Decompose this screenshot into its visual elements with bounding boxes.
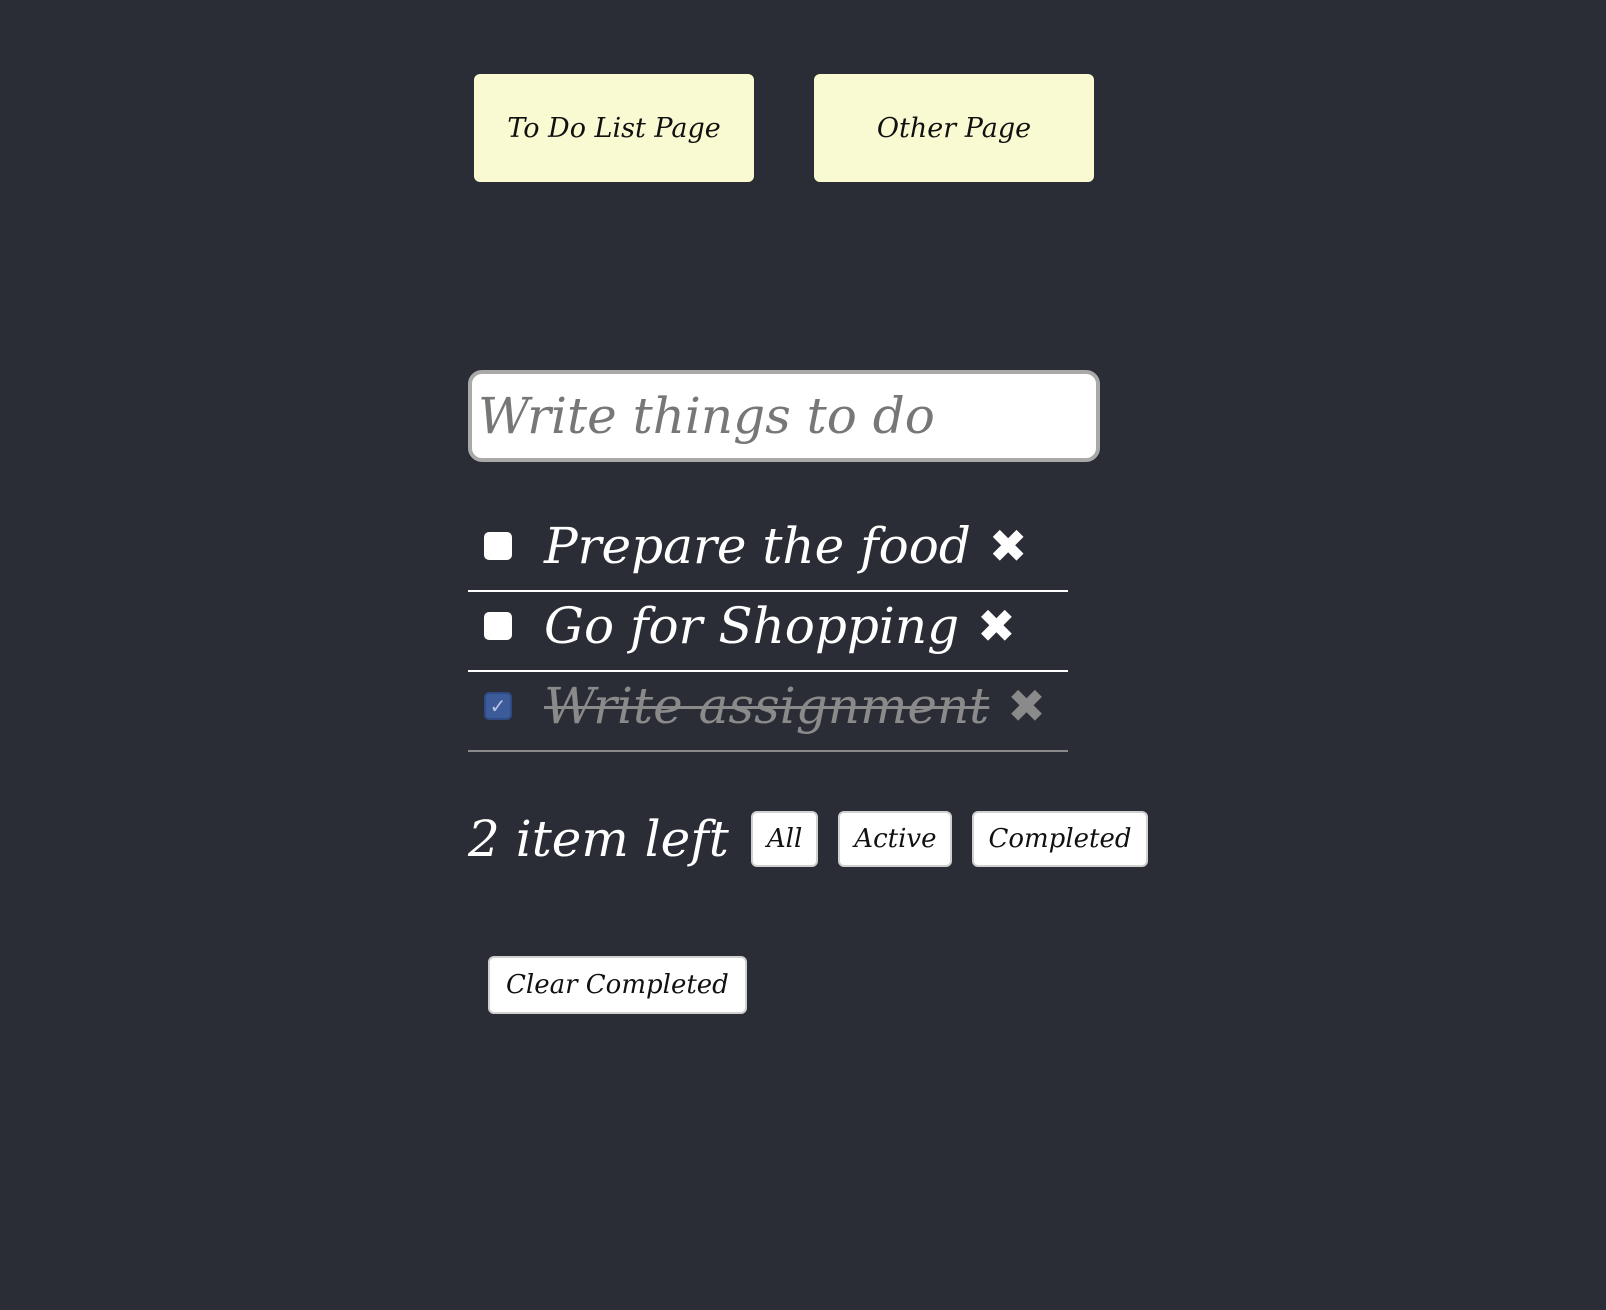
other-page-button[interactable]: Other Page	[814, 74, 1094, 182]
todo-checkbox[interactable]	[484, 612, 512, 640]
todo-footer: 2 item left All Active Completed	[468, 810, 1168, 868]
todo-list: Prepare the food ✖ Go for Shopping ✖ ✓ W…	[468, 512, 1068, 752]
todo-item: Go for Shopping ✖	[468, 592, 1068, 672]
new-todo-input[interactable]	[468, 370, 1100, 462]
close-icon[interactable]: ✖	[977, 594, 1016, 658]
todo-text: Go for Shopping	[544, 597, 960, 655]
todo-checkbox[interactable]	[484, 532, 512, 560]
todo-list-page-button[interactable]: To Do List Page	[474, 74, 754, 182]
clear-completed-button[interactable]: Clear Completed	[488, 956, 747, 1014]
items-left-count: 2 item left	[468, 810, 729, 868]
checkmark-icon: ✓	[489, 694, 507, 718]
filter-completed-button[interactable]: Completed	[972, 811, 1148, 867]
todo-text: Prepare the food	[544, 517, 971, 575]
close-icon[interactable]: ✖	[989, 514, 1028, 578]
close-icon[interactable]: ✖	[1007, 674, 1046, 738]
todo-text: Write assignment	[544, 677, 990, 735]
todo-item: Prepare the food ✖	[468, 512, 1068, 592]
filter-active-button[interactable]: Active	[838, 811, 953, 867]
todo-checkbox-checked[interactable]: ✓	[484, 692, 512, 720]
todo-item-completed: ✓ Write assignment ✖	[468, 672, 1068, 752]
filter-all-button[interactable]: All	[750, 811, 819, 867]
